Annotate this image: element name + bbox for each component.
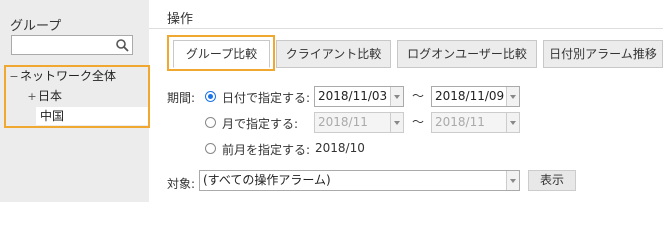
- header-divider: [149, 28, 663, 29]
- chevron-down-icon[interactable]: [506, 113, 519, 132]
- date-from-select[interactable]: 2018/11/03: [314, 86, 404, 107]
- target-label: 対象:: [167, 177, 196, 191]
- group-search-input[interactable]: [11, 35, 133, 55]
- date-to-select[interactable]: 2018/11/09: [431, 86, 520, 107]
- expand-icon[interactable]: +: [26, 88, 38, 106]
- by-month-label: 月で指定する:: [222, 117, 299, 131]
- tilde-separator: ～: [412, 89, 425, 103]
- prev-month-label: 前月を指定する:: [222, 143, 311, 157]
- tree-item-label: ネットワーク全体: [20, 69, 117, 83]
- tab-daily-alarm-trend[interactable]: 日付別アラーム推移: [543, 40, 663, 68]
- date-from-value: 2018/11/03: [318, 89, 388, 103]
- sidebar-title: グループ: [10, 19, 62, 34]
- tilde-separator: ～: [412, 115, 425, 129]
- by-month-radio[interactable]: [205, 117, 216, 128]
- target-value: (すべての操作アラーム): [203, 173, 331, 187]
- month-to-value: 2018/11: [435, 115, 485, 129]
- tree-item-network-all[interactable]: −ネットワーク全体: [8, 67, 116, 85]
- search-icon[interactable]: [115, 38, 129, 52]
- tree-item-label: 日本: [38, 89, 63, 103]
- chevron-down-icon[interactable]: [506, 171, 519, 190]
- chevron-down-icon[interactable]: [506, 87, 519, 106]
- show-button[interactable]: 表示: [528, 170, 576, 191]
- month-to-select[interactable]: 2018/11: [431, 112, 520, 133]
- by-date-label: 日付で指定する:: [222, 91, 311, 105]
- tree-item-china[interactable]: 中国: [36, 107, 148, 125]
- target-select[interactable]: (すべての操作アラーム): [199, 170, 520, 191]
- sidebar: グループ −ネットワーク全体 +日本 中国: [0, 0, 150, 202]
- by-date-radio[interactable]: [205, 91, 216, 102]
- group-tree: −ネットワーク全体 +日本 中国: [4, 65, 150, 128]
- page-title: 操作: [167, 12, 194, 27]
- tree-item-label: 中国: [40, 109, 65, 123]
- tab-logon-user-compare[interactable]: ログオンユーザー比較: [397, 40, 537, 68]
- month-from-select[interactable]: 2018/11: [314, 112, 404, 133]
- collapse-icon[interactable]: −: [8, 68, 20, 86]
- date-to-value: 2018/11/09: [435, 89, 505, 103]
- chevron-down-icon[interactable]: [390, 113, 403, 132]
- tab-client-compare[interactable]: クライアント比較: [276, 40, 391, 68]
- chevron-down-icon[interactable]: [390, 87, 403, 106]
- prev-month-value: 2018/10: [315, 141, 365, 155]
- period-label: 期間:: [167, 91, 196, 105]
- prev-month-radio[interactable]: [205, 143, 216, 154]
- tab-highlight-box: [167, 35, 275, 71]
- month-from-value: 2018/11: [318, 115, 368, 129]
- tree-item-japan[interactable]: +日本: [26, 87, 62, 105]
